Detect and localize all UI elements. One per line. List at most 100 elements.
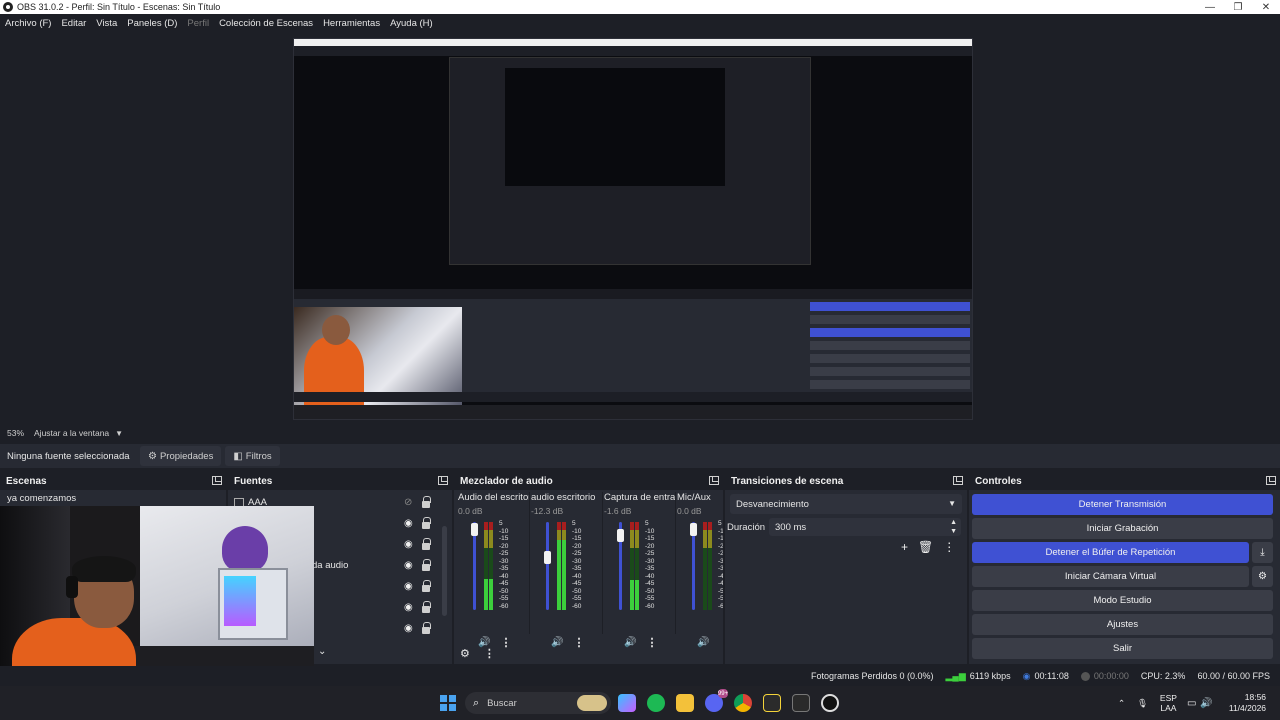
minimize-button[interactable]: — bbox=[1196, 2, 1224, 13]
undock-icon[interactable] bbox=[438, 476, 448, 485]
menu-ayuda[interactable]: Ayuda (H) bbox=[387, 18, 436, 29]
eye-icon[interactable]: ◉ bbox=[404, 581, 413, 592]
mixer-channel-name: Captura de entrada bbox=[604, 492, 676, 503]
meter-scale-tick: -20 bbox=[718, 542, 723, 550]
lock-icon[interactable] bbox=[422, 538, 431, 550]
lock-icon[interactable] bbox=[422, 559, 431, 571]
transition-selected: Desvanecimiento bbox=[736, 498, 809, 510]
show-hidden-icons-chevron-icon[interactable]: ⌃ bbox=[1118, 698, 1125, 709]
close-button[interactable]: ✕ bbox=[1252, 2, 1280, 13]
volume-fader-handle[interactable] bbox=[617, 528, 624, 542]
lock-icon[interactable] bbox=[422, 580, 431, 592]
meter-scale-tick: -30 bbox=[499, 557, 509, 565]
controls-dock: Controles Detener Transmisión Iniciar Gr… bbox=[969, 472, 1280, 664]
meter-scale-tick: -50 bbox=[572, 587, 582, 595]
meter-scale-tick: -55 bbox=[572, 595, 582, 602]
volume-fader-handle[interactable] bbox=[690, 523, 697, 537]
undock-icon[interactable] bbox=[212, 476, 222, 485]
notepad-icon[interactable] bbox=[792, 694, 810, 712]
clock[interactable]: 18:56 11/4/2026 bbox=[1229, 692, 1266, 714]
duration-input[interactable]: 300 ms ▲ ▼ bbox=[769, 518, 961, 536]
windows-start-icon[interactable] bbox=[440, 695, 456, 711]
menu-editar[interactable]: Editar bbox=[58, 18, 89, 29]
settings-button[interactable]: Ajustes bbox=[972, 614, 1273, 635]
mixer-menu-dots-icon[interactable]: ⋮ bbox=[484, 647, 495, 660]
start-virtual-camera-button[interactable]: Iniciar Cámara Virtual bbox=[972, 566, 1249, 587]
zoom-mode-select[interactable]: Ajustar a la ventana bbox=[34, 428, 109, 438]
window-title: OBS 31.0.2 - Perfil: Sin Título - Escena… bbox=[17, 2, 221, 12]
stop-streaming-button[interactable]: Detener Transmisión bbox=[972, 494, 1273, 515]
preview-nested-control bbox=[810, 354, 970, 363]
undock-icon[interactable] bbox=[1266, 476, 1276, 485]
duration-spinner-icon[interactable]: ▲ ▼ bbox=[950, 518, 957, 536]
volume-fader-track[interactable] bbox=[546, 522, 549, 610]
eye-icon[interactable]: ◉ bbox=[404, 623, 413, 634]
preview-nested-menubar bbox=[294, 46, 972, 56]
transitions-dock-header: Transiciones de escena bbox=[725, 472, 967, 490]
eye-icon[interactable]: ◉ bbox=[404, 518, 413, 529]
menu-archivo[interactable]: Archivo (F) bbox=[2, 18, 54, 29]
program-preview[interactable] bbox=[293, 38, 973, 420]
chevron-down-icon[interactable]: ⌄ bbox=[318, 646, 326, 657]
eye-icon[interactable]: ◉ bbox=[404, 539, 413, 550]
properties-button[interactable]: ⚙ Propiedades bbox=[140, 446, 222, 466]
transition-menu-dots-icon[interactable]: ⋮ bbox=[943, 540, 955, 554]
taskbar-search[interactable]: ⌕ Buscar bbox=[465, 692, 611, 714]
pen-app-icon[interactable] bbox=[763, 694, 781, 712]
lock-icon[interactable] bbox=[422, 517, 431, 529]
sources-dock-title: Fuentes bbox=[234, 475, 273, 487]
remove-transition-trash-icon[interactable]: 🗑 bbox=[918, 540, 933, 554]
menu-perfil[interactable]: Perfil bbox=[184, 18, 212, 29]
meter-scale-tick: -45 bbox=[718, 580, 723, 587]
meter-scale-tick: -10 bbox=[499, 527, 509, 535]
meter-scale-tick: -20 bbox=[645, 542, 655, 550]
menu-paneles[interactable]: Paneles (D) bbox=[124, 18, 180, 29]
spotify-icon[interactable] bbox=[647, 694, 665, 712]
advanced-audio-gear-icon[interactable]: ⚙ bbox=[460, 647, 470, 660]
exit-button[interactable]: Salir bbox=[972, 638, 1273, 659]
volume-fader-handle[interactable] bbox=[544, 551, 551, 565]
eye-icon[interactable]: ◉ bbox=[404, 602, 413, 613]
add-transition-plus-icon[interactable]: + bbox=[901, 540, 908, 554]
signal-bars-icon: ▂▄▆ bbox=[945, 670, 966, 681]
eye-icon[interactable]: ◉ bbox=[404, 560, 413, 571]
meter-scale-tick: -60 bbox=[499, 602, 509, 610]
undock-icon[interactable] bbox=[953, 476, 963, 485]
start-recording-button[interactable]: Iniciar Grabación bbox=[972, 518, 1273, 539]
maximize-button[interactable]: ❐ bbox=[1224, 2, 1252, 13]
chevron-down-icon[interactable]: ▼ bbox=[115, 429, 123, 438]
language-indicator[interactable]: ESP LAA bbox=[1160, 693, 1177, 713]
chrome-icon[interactable] bbox=[734, 694, 752, 712]
meter-scale: 5-10-15-20-25-30-35-40-45-50-55-60 bbox=[645, 520, 654, 610]
studio-mode-button[interactable]: Modo Estudio bbox=[972, 590, 1273, 611]
microphone-icon[interactable]: 🎙 bbox=[1137, 698, 1148, 709]
recording-time: 00:00:00 bbox=[1093, 671, 1129, 681]
virtual-camera-gear-icon[interactable]: ⚙ bbox=[1252, 566, 1273, 587]
lock-icon[interactable] bbox=[422, 622, 431, 634]
menu-vista[interactable]: Vista bbox=[93, 18, 120, 29]
undock-icon[interactable] bbox=[709, 476, 719, 485]
sources-scrollbar[interactable] bbox=[442, 526, 447, 616]
network-volume-icons[interactable]: ▭🔊 bbox=[1187, 698, 1217, 709]
meter-scale-tick: -35 bbox=[499, 565, 509, 572]
transition-select[interactable]: Desvanecimiento ▼ bbox=[730, 494, 962, 514]
meter-scale-tick: -40 bbox=[499, 572, 509, 580]
save-replay-download-icon[interactable]: ⤓ bbox=[1252, 542, 1273, 563]
lock-icon[interactable] bbox=[422, 601, 431, 613]
volume-fader-handle[interactable] bbox=[471, 523, 478, 537]
filters-button[interactable]: ◧ Filtros bbox=[225, 446, 280, 466]
preview-person-head bbox=[322, 315, 350, 345]
stop-replay-buffer-button[interactable]: Detener el Búfer de Repetición bbox=[972, 542, 1249, 563]
meter-scale-tick: 5 bbox=[499, 520, 503, 527]
file-explorer-icon[interactable] bbox=[676, 694, 694, 712]
bitrate-value: 6119 kbps bbox=[969, 671, 1011, 681]
eye-hidden-icon[interactable]: ⊘ bbox=[404, 497, 412, 508]
obs-taskbar-icon[interactable] bbox=[821, 694, 839, 712]
copilot-icon[interactable] bbox=[618, 694, 636, 712]
lock-icon[interactable] bbox=[422, 496, 431, 508]
scene-item[interactable]: ya comenzamos bbox=[0, 490, 226, 506]
menu-herramientas[interactable]: Herramientas bbox=[320, 18, 383, 29]
discord-icon[interactable]: 99+ bbox=[705, 689, 728, 712]
menu-coleccion-escenas[interactable]: Colección de Escenas bbox=[216, 18, 316, 29]
mixer-channel-divider bbox=[602, 492, 603, 634]
